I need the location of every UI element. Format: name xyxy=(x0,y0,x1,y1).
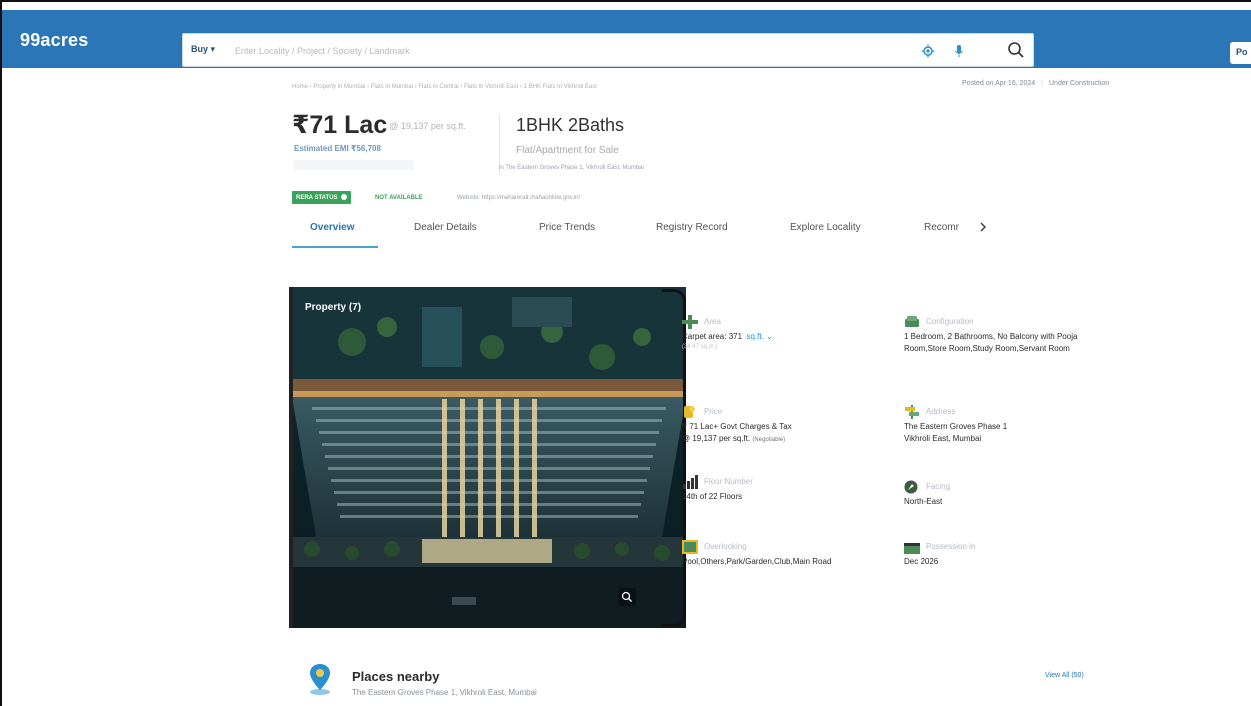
tab-price-trends[interactable]: Price Trends xyxy=(539,222,595,233)
detail-facing: Facing North-East xyxy=(904,480,1104,520)
detail-area: Area Carpet area: 371 sq.ft. ⌄ (34.47 sq… xyxy=(682,315,882,365)
facing-value: North-East xyxy=(904,497,943,506)
search-bar: Buy ▾ xyxy=(182,33,1034,67)
price-per-sqft-detail: @ 19,137 per sq.ft. xyxy=(682,434,751,443)
compass-icon xyxy=(904,480,918,494)
area-icon xyxy=(682,315,698,329)
rera-website-link[interactable]: Website: https://maharerait.mahaonline.g… xyxy=(457,195,580,201)
possession-calendar-icon xyxy=(904,543,920,554)
construction-status: Under Construction xyxy=(1049,80,1110,87)
active-tab-indicator xyxy=(292,246,378,248)
signpost-icon xyxy=(905,405,919,419)
emi-estimate[interactable]: Estimated EMI ₹56,708 xyxy=(294,144,381,153)
detail-possession: Possession in Dec 2026 xyxy=(904,540,1104,580)
search-icon[interactable] xyxy=(1007,41,1025,59)
project-location[interactable]: in The Eastern Groves Phase 1, Vikhroli … xyxy=(499,165,644,171)
listing-type: Flat/Apartment for Sale xyxy=(516,145,619,156)
emi-placeholder xyxy=(294,160,414,170)
detail-floor: Floor Number 14th of 22 Floors xyxy=(682,475,882,515)
section-tabs: Overview Dealer Details Price Trends Reg… xyxy=(292,216,1012,248)
places-nearby-subtitle: The Eastern Groves Phase 1, Vikhroli Eas… xyxy=(352,688,537,697)
listing-price: ₹71 Lac @ 19,137 per sq.ft. xyxy=(292,110,466,140)
location-target-icon[interactable] xyxy=(921,44,935,58)
detail-label: Configuration xyxy=(926,317,974,326)
detail-address: Address The Eastern Groves Phase 1 Vikhr… xyxy=(904,405,1104,455)
floor-number-icon xyxy=(683,475,698,489)
overlooking-value: Pool,Others,Park/Garden,Club,Main Road xyxy=(682,557,832,566)
address-line-2: Vikhroli East, Mumbai xyxy=(904,434,982,443)
separator: | xyxy=(1041,80,1043,87)
posted-info: Posted on Apr 16, 2024 | Under Constructio… xyxy=(962,80,1109,87)
negotiable-note: (Negotiable) xyxy=(752,437,786,443)
possession-value: Dec 2026 xyxy=(904,557,939,566)
microphone-icon[interactable] xyxy=(953,44,965,58)
configuration-sofa-icon xyxy=(905,316,919,327)
price-per-sqft: @ 19,137 per sq.ft. xyxy=(389,121,466,132)
page-frame: 99acres Buy ▾ Po Home › xyxy=(0,0,1251,706)
building-night-render xyxy=(292,287,686,628)
rera-value: NOT AVAILABLE xyxy=(375,195,423,201)
buy-dropdown[interactable]: Buy ▾ xyxy=(191,44,215,55)
carpet-area-value: Carpet area: 371 xyxy=(682,332,743,341)
detail-label: Possession in xyxy=(926,542,976,551)
detail-configuration: Configuration 1 Bedroom, 2 Bathrooms, No… xyxy=(904,315,1104,385)
detail-label: Area xyxy=(704,317,721,326)
posted-date: Posted on Apr 16, 2024 xyxy=(962,80,1036,87)
detail-label: Price xyxy=(704,407,723,416)
places-nearby-title: Places nearby xyxy=(352,669,440,684)
view-all-link[interactable]: View All (50) xyxy=(1045,672,1084,679)
zoom-icon[interactable] xyxy=(618,588,636,606)
tab-dealer-details[interactable]: Dealer Details xyxy=(414,222,477,233)
listing-config-title: 1BHK 2Baths xyxy=(516,115,625,135)
detail-value: ₹ 71 Lac+ Govt Charges & Tax @ 19,137 pe… xyxy=(682,421,792,446)
overlooking-window-icon xyxy=(682,540,698,554)
top-header: 99acres Buy ▾ Po xyxy=(2,10,1251,68)
detail-value: Carpet area: 371 sq.ft. ⌄ xyxy=(682,331,773,343)
address-line-1: The Eastern Groves Phase 1 xyxy=(904,422,1008,431)
breadcrumb[interactable]: Home › Property in Mumbai › Flats in Mum… xyxy=(292,84,597,90)
detail-label: Floor Number xyxy=(704,477,753,486)
chevron-down-icon[interactable]: ⌄ xyxy=(766,332,773,341)
site-logo[interactable]: 99acres xyxy=(20,30,88,51)
price-value: ₹71 Lac xyxy=(292,111,388,139)
detail-value: The Eastern Groves Phase 1 Vikhroli East… xyxy=(904,421,1007,445)
info-icon[interactable] xyxy=(340,194,347,200)
detail-price: Price ₹ 71 Lac+ Govt Charges & Tax @ 19,… xyxy=(682,405,892,455)
configuration-value: 1 Bedroom, 2 Bathrooms, No Balcony with … xyxy=(904,332,1078,353)
detail-overlooking: Overlooking Pool,Others,Park/Garden,Club… xyxy=(682,540,912,580)
unit-dropdown[interactable]: sq.ft. xyxy=(747,332,764,341)
photo-border xyxy=(289,287,293,628)
price-tag-icon xyxy=(684,406,695,418)
tab-registry-record[interactable]: Registry Record xyxy=(656,222,728,233)
tab-overview[interactable]: Overview xyxy=(310,222,354,233)
detail-label: Facing xyxy=(926,482,951,491)
chevron-right-icon[interactable] xyxy=(978,220,988,234)
detail-label: Address xyxy=(926,407,956,416)
tab-recommendations[interactable]: Recomr xyxy=(924,222,959,233)
map-pin-icon xyxy=(310,664,330,695)
post-property-button[interactable]: Po xyxy=(1230,42,1251,64)
photo-count-label[interactable]: Property (7) xyxy=(305,302,361,313)
property-photo[interactable] xyxy=(292,287,686,628)
search-input[interactable] xyxy=(235,41,875,61)
price-detail-value: ₹ 71 Lac+ Govt Charges & Tax xyxy=(682,422,792,431)
floor-value: 14th of 22 Floors xyxy=(682,492,743,501)
rera-label: RERA STATUS xyxy=(296,195,338,201)
tab-explore-locality[interactable]: Explore Locality xyxy=(790,222,861,233)
rera-status-badge: RERA STATUS xyxy=(292,191,351,204)
area-sqm: (34.47 sq.m.) xyxy=(682,344,718,350)
detail-label: Overlooking xyxy=(704,542,747,551)
